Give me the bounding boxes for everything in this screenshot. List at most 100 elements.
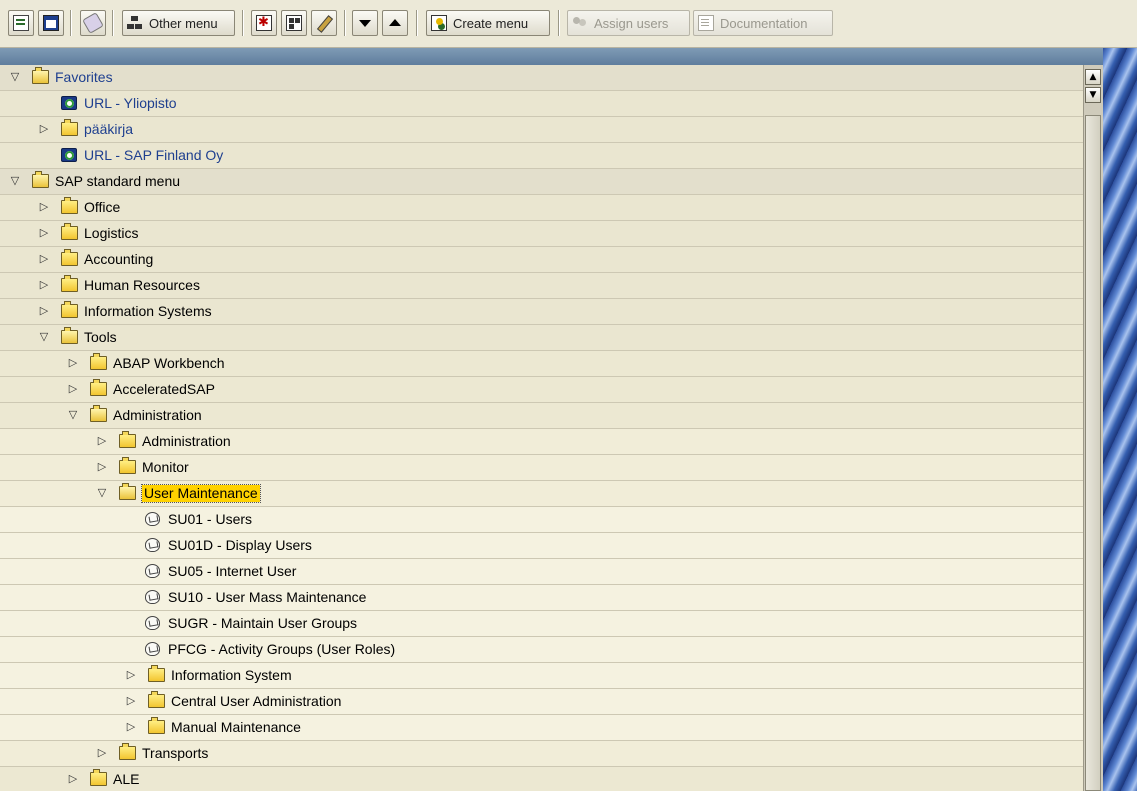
tree-row[interactable]: URL - SAP Finland Oy [0, 143, 1083, 169]
tree-node-label[interactable]: Accounting [84, 251, 153, 268]
tree-node-label[interactable]: Manual Maintenance [171, 719, 301, 736]
folder-icon [148, 691, 165, 708]
change-favorite-button[interactable] [311, 10, 337, 36]
tree-node-label[interactable]: URL - SAP Finland Oy [84, 147, 223, 164]
folder-icon [61, 301, 78, 318]
tree-row[interactable]: ▽ Administration [0, 403, 1083, 429]
move-up-button[interactable] [382, 10, 408, 36]
tree-row[interactable]: ▷ ALE [0, 767, 1083, 791]
tree-row[interactable]: SU01D - Display Users [0, 533, 1083, 559]
tree-node-label[interactable]: Favorites [55, 69, 113, 86]
open-document-button[interactable] [8, 10, 34, 36]
tree-node-label[interactable]: Monitor [142, 459, 189, 476]
tree-node-label[interactable]: Information Systems [84, 303, 212, 320]
tree-row[interactable]: ▷ Information System [0, 663, 1083, 689]
clear-button[interactable] [80, 10, 106, 36]
tree-row[interactable]: PFCG - Activity Groups (User Roles) [0, 637, 1083, 663]
tree-row[interactable]: ▷ ABAP Workbench [0, 351, 1083, 377]
tree-node-label[interactable]: Central User Administration [171, 693, 341, 710]
tree-node-label[interactable]: AcceleratedSAP [113, 381, 215, 398]
tree-node-label[interactable]: Administration [142, 433, 231, 450]
tree-row[interactable]: URL - Yliopisto [0, 91, 1083, 117]
collapse-triangle-icon[interactable]: ▽ [8, 174, 22, 188]
tree-row[interactable]: ▽ User Maintenance [0, 481, 1083, 507]
tree-node-label[interactable]: ABAP Workbench [113, 355, 225, 372]
expand-triangle-icon[interactable]: ▷ [95, 460, 109, 474]
expand-triangle-icon[interactable]: ▷ [37, 200, 51, 214]
documentation-button[interactable]: Documentation [693, 10, 833, 36]
collapse-triangle-icon[interactable]: ▽ [66, 408, 80, 422]
tree-row[interactable]: ▷ pääkirja [0, 117, 1083, 143]
tree-row[interactable]: ▷ Human Resources [0, 273, 1083, 299]
scroll-down-button[interactable]: ▼ [1085, 87, 1101, 103]
tree-row[interactable]: ▷ Administration [0, 429, 1083, 455]
application-toolbar: Other menu Create menu Assign users Docu… [0, 0, 1137, 48]
expand-triangle-icon[interactable]: ▷ [66, 356, 80, 370]
tree-row[interactable]: ▽ SAP standard menu [0, 169, 1083, 195]
folder-icon [148, 665, 165, 682]
tree-node-label[interactable]: Office [84, 199, 120, 216]
tree-node-label[interactable]: PFCG - Activity Groups (User Roles) [168, 641, 395, 658]
create-menu-button[interactable]: Create menu [426, 10, 550, 36]
tree-row[interactable]: ▷ Logistics [0, 221, 1083, 247]
scrollbar-thumb[interactable] [1085, 115, 1101, 791]
tree-node-label[interactable]: pääkirja [84, 121, 133, 138]
tree-node-label[interactable]: Human Resources [84, 277, 200, 294]
add-favorite-button[interactable] [251, 10, 277, 36]
tree-row[interactable]: SU10 - User Mass Maintenance [0, 585, 1083, 611]
tree-row[interactable]: SU05 - Internet User [0, 559, 1083, 585]
tree-row[interactable]: ▷ Manual Maintenance [0, 715, 1083, 741]
move-down-button[interactable] [352, 10, 378, 36]
expand-triangle-icon[interactable]: ▷ [124, 668, 138, 682]
tree-node-label[interactable]: URL - Yliopisto [84, 95, 177, 112]
collapse-triangle-icon[interactable]: ▽ [37, 330, 51, 344]
tree-node-label[interactable]: SUGR - Maintain User Groups [168, 615, 357, 632]
tree-node-label[interactable]: Information System [171, 667, 292, 684]
expand-triangle-icon[interactable]: ▷ [37, 122, 51, 136]
tree-row[interactable]: ▷ Office [0, 195, 1083, 221]
toolbar-separator [416, 10, 417, 36]
tree-node-label[interactable]: Administration [113, 407, 202, 424]
expand-triangle-icon[interactable]: ▷ [66, 382, 80, 396]
tree-row[interactable]: SUGR - Maintain User Groups [0, 611, 1083, 637]
scroll-up-button[interactable]: ▲ [1085, 69, 1101, 85]
assign-users-button[interactable]: Assign users [567, 10, 690, 36]
tree-node-label[interactable]: User Maintenance [141, 484, 261, 503]
tree-row[interactable]: SU01 - Users [0, 507, 1083, 533]
expand-triangle-icon[interactable]: ▷ [124, 720, 138, 734]
tree-node-label[interactable]: SU01D - Display Users [168, 537, 312, 554]
expand-triangle-icon[interactable]: ▷ [66, 772, 80, 786]
collapse-triangle-icon[interactable]: ▽ [8, 70, 22, 84]
folder-icon [61, 119, 78, 136]
tree-row[interactable]: ▷ Monitor [0, 455, 1083, 481]
tree-node-label[interactable]: SAP standard menu [55, 173, 180, 190]
url-link-icon [61, 148, 77, 162]
toolbar-separator [242, 10, 243, 36]
tree-node-label[interactable]: Tools [84, 329, 117, 346]
expand-triangle-icon[interactable]: ▷ [37, 252, 51, 266]
other-menu-button[interactable]: Other menu [122, 10, 235, 36]
expand-triangle-icon[interactable]: ▷ [37, 304, 51, 318]
expand-triangle-icon[interactable]: ▷ [37, 278, 51, 292]
tree-row[interactable]: ▷ Accounting [0, 247, 1083, 273]
expand-triangle-icon[interactable]: ▷ [95, 746, 109, 760]
tree-row[interactable]: ▷ AcceleratedSAP [0, 377, 1083, 403]
expand-triangle-icon[interactable]: ▷ [95, 434, 109, 448]
tree-node-label[interactable]: Logistics [84, 225, 138, 242]
tree-node-label[interactable]: SU01 - Users [168, 511, 252, 528]
collapse-triangle-icon[interactable]: ▽ [95, 486, 109, 500]
tree-row[interactable]: ▽ Favorites [0, 65, 1083, 91]
tree-row[interactable]: ▷ Information Systems [0, 299, 1083, 325]
tree-node-label[interactable]: ALE [113, 771, 139, 788]
tree-node-label[interactable]: Transports [142, 745, 208, 762]
tree-row[interactable]: ▷ Central User Administration [0, 689, 1083, 715]
tree-node-label[interactable]: SU05 - Internet User [168, 563, 296, 580]
expand-triangle-icon[interactable]: ▷ [37, 226, 51, 240]
tree-row[interactable]: ▽ Tools [0, 325, 1083, 351]
insert-folder-button[interactable] [281, 10, 307, 36]
tree-row[interactable]: ▷ Transports [0, 741, 1083, 767]
expand-triangle-icon[interactable]: ▷ [124, 694, 138, 708]
window-button[interactable] [38, 10, 64, 36]
tree-node-label[interactable]: SU10 - User Mass Maintenance [168, 589, 366, 606]
vertical-scrollbar[interactable]: ▲ ▼ [1083, 65, 1103, 791]
